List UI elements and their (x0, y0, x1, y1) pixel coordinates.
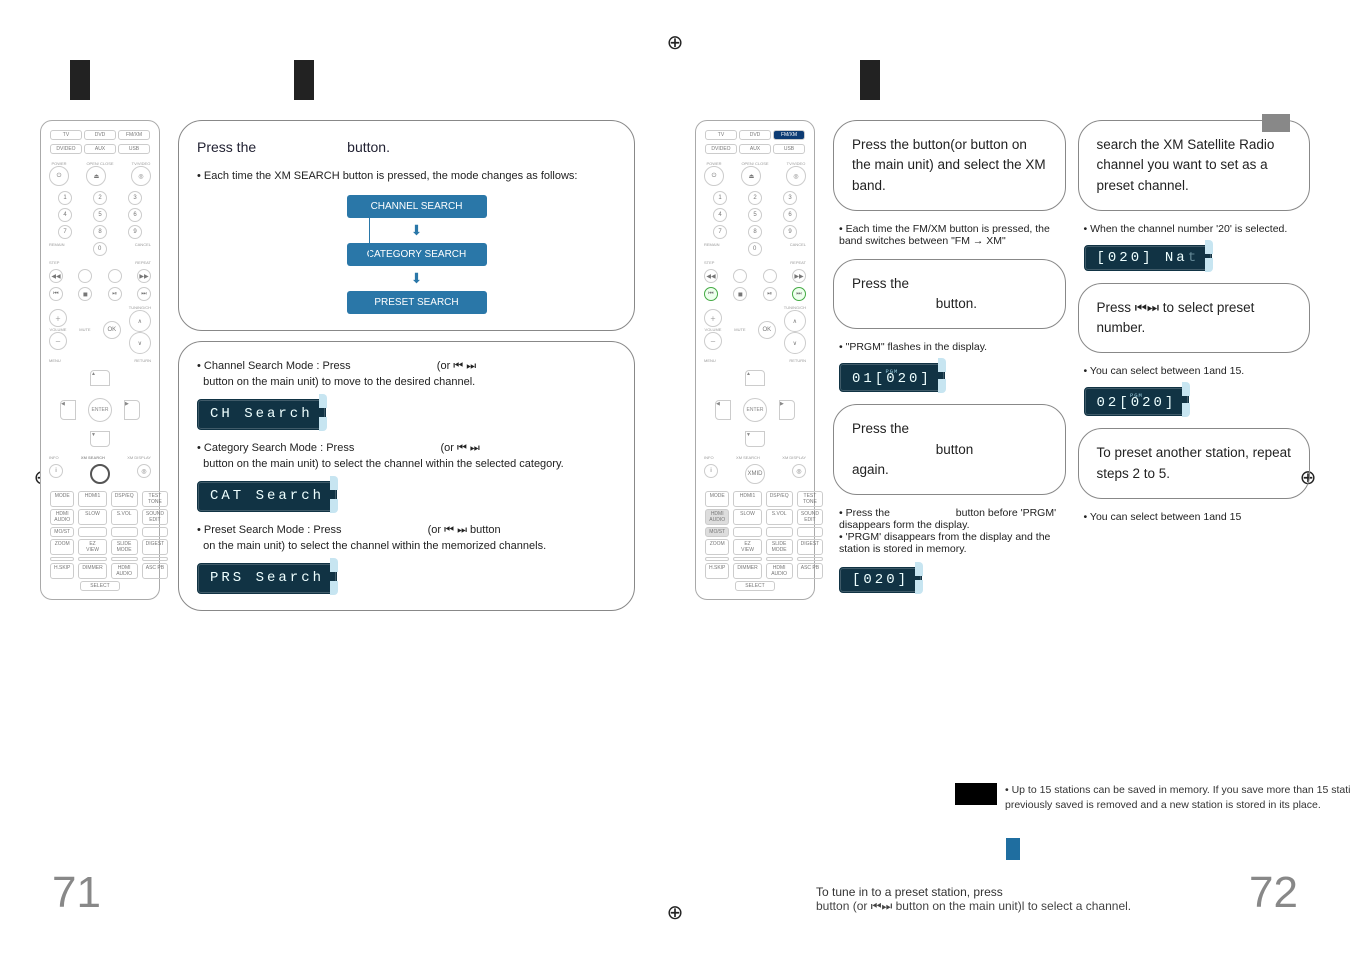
lcd-prs-search: PRS Search (197, 563, 337, 594)
page-right: TVDVDFM/XM DVIDEOAUXUSB POWER⏻ OPEN/ CLO… (675, 0, 1350, 954)
lcd-step3: [020] (839, 567, 922, 593)
right-step-4-note: When the channel number '20' is selected… (1078, 223, 1311, 271)
page-left: TVDVDFM/XM DVIDEOAUXUSB POWER⏻ OPEN/ CLO… (0, 0, 675, 954)
footer-tip: To tune in to a preset station, press bu… (816, 885, 1236, 914)
arrow-down-icon: ⬇ (411, 268, 423, 289)
right-step-5-note: You can select between 1and 15. PGM02[02… (1078, 365, 1311, 416)
page-spread: TVDVDFM/XM DVIDEOAUXUSB POWER⏻ OPEN/ CLO… (0, 0, 1350, 954)
power-icon: ⏻ (49, 166, 69, 186)
remote-illustration-right: TVDVDFM/XM DVIDEOAUXUSB POWER⏻ OPEN/ CLO… (695, 120, 815, 600)
page-number-left: 71 (52, 868, 101, 918)
lcd-cat-search: CAT Search (197, 481, 337, 512)
note-icon (955, 783, 997, 805)
lcd-step4: [020] Nat (1084, 245, 1213, 271)
step-note: Each time the XM SEARCH button is presse… (197, 168, 616, 185)
memory-note: Up to 15 stations can be saved in memory… (955, 783, 1350, 815)
right-step-1-note: Each time the FM/XM button is pressed, t… (833, 223, 1066, 247)
right-step-4: search the XM Satellite Radio channel yo… (1078, 120, 1311, 211)
right-step-6: To preset another station, repeat steps … (1078, 428, 1311, 499)
lcd-step5: PGM02[020] (1084, 387, 1190, 416)
arrow-down-icon: ⬇ (411, 220, 423, 241)
right-step-6-note: You can select between 1and 15 (1078, 511, 1311, 523)
right-step-1: Press the button(or button on the main u… (833, 120, 1066, 211)
left-step-2: • Channel Search Mode : Press (or ⏮ ⏭ bu… (178, 341, 635, 611)
right-step-2: Press the button. (833, 259, 1066, 330)
right-step-2-note: "PRGM" flashes in the display. PGM01[020… (833, 341, 1066, 392)
flow-preset-search: PRESET SEARCH (347, 291, 487, 314)
blue-tab (1006, 838, 1020, 860)
right-step-3-notes: Press the button before 'PRGM' disappear… (833, 507, 1066, 593)
lcd-step2: PGM01[020] (839, 363, 945, 392)
right-step-3: Press the button again. (833, 404, 1066, 495)
flow-category-search: CATEGORY SEARCH (347, 243, 487, 266)
remote-illustration-left: TVDVDFM/XM DVIDEOAUXUSB POWER⏻ OPEN/ CLO… (40, 120, 160, 600)
step-title: Press the XM SEARCH button. (197, 137, 616, 158)
lcd-ch-search: CH Search (197, 399, 326, 430)
left-step-1: Press the XM SEARCH button. Each time th… (178, 120, 635, 331)
right-step-5: Press ⏮⏭ to select preset number. (1078, 283, 1311, 354)
page-number-right: 72 (1249, 868, 1298, 918)
